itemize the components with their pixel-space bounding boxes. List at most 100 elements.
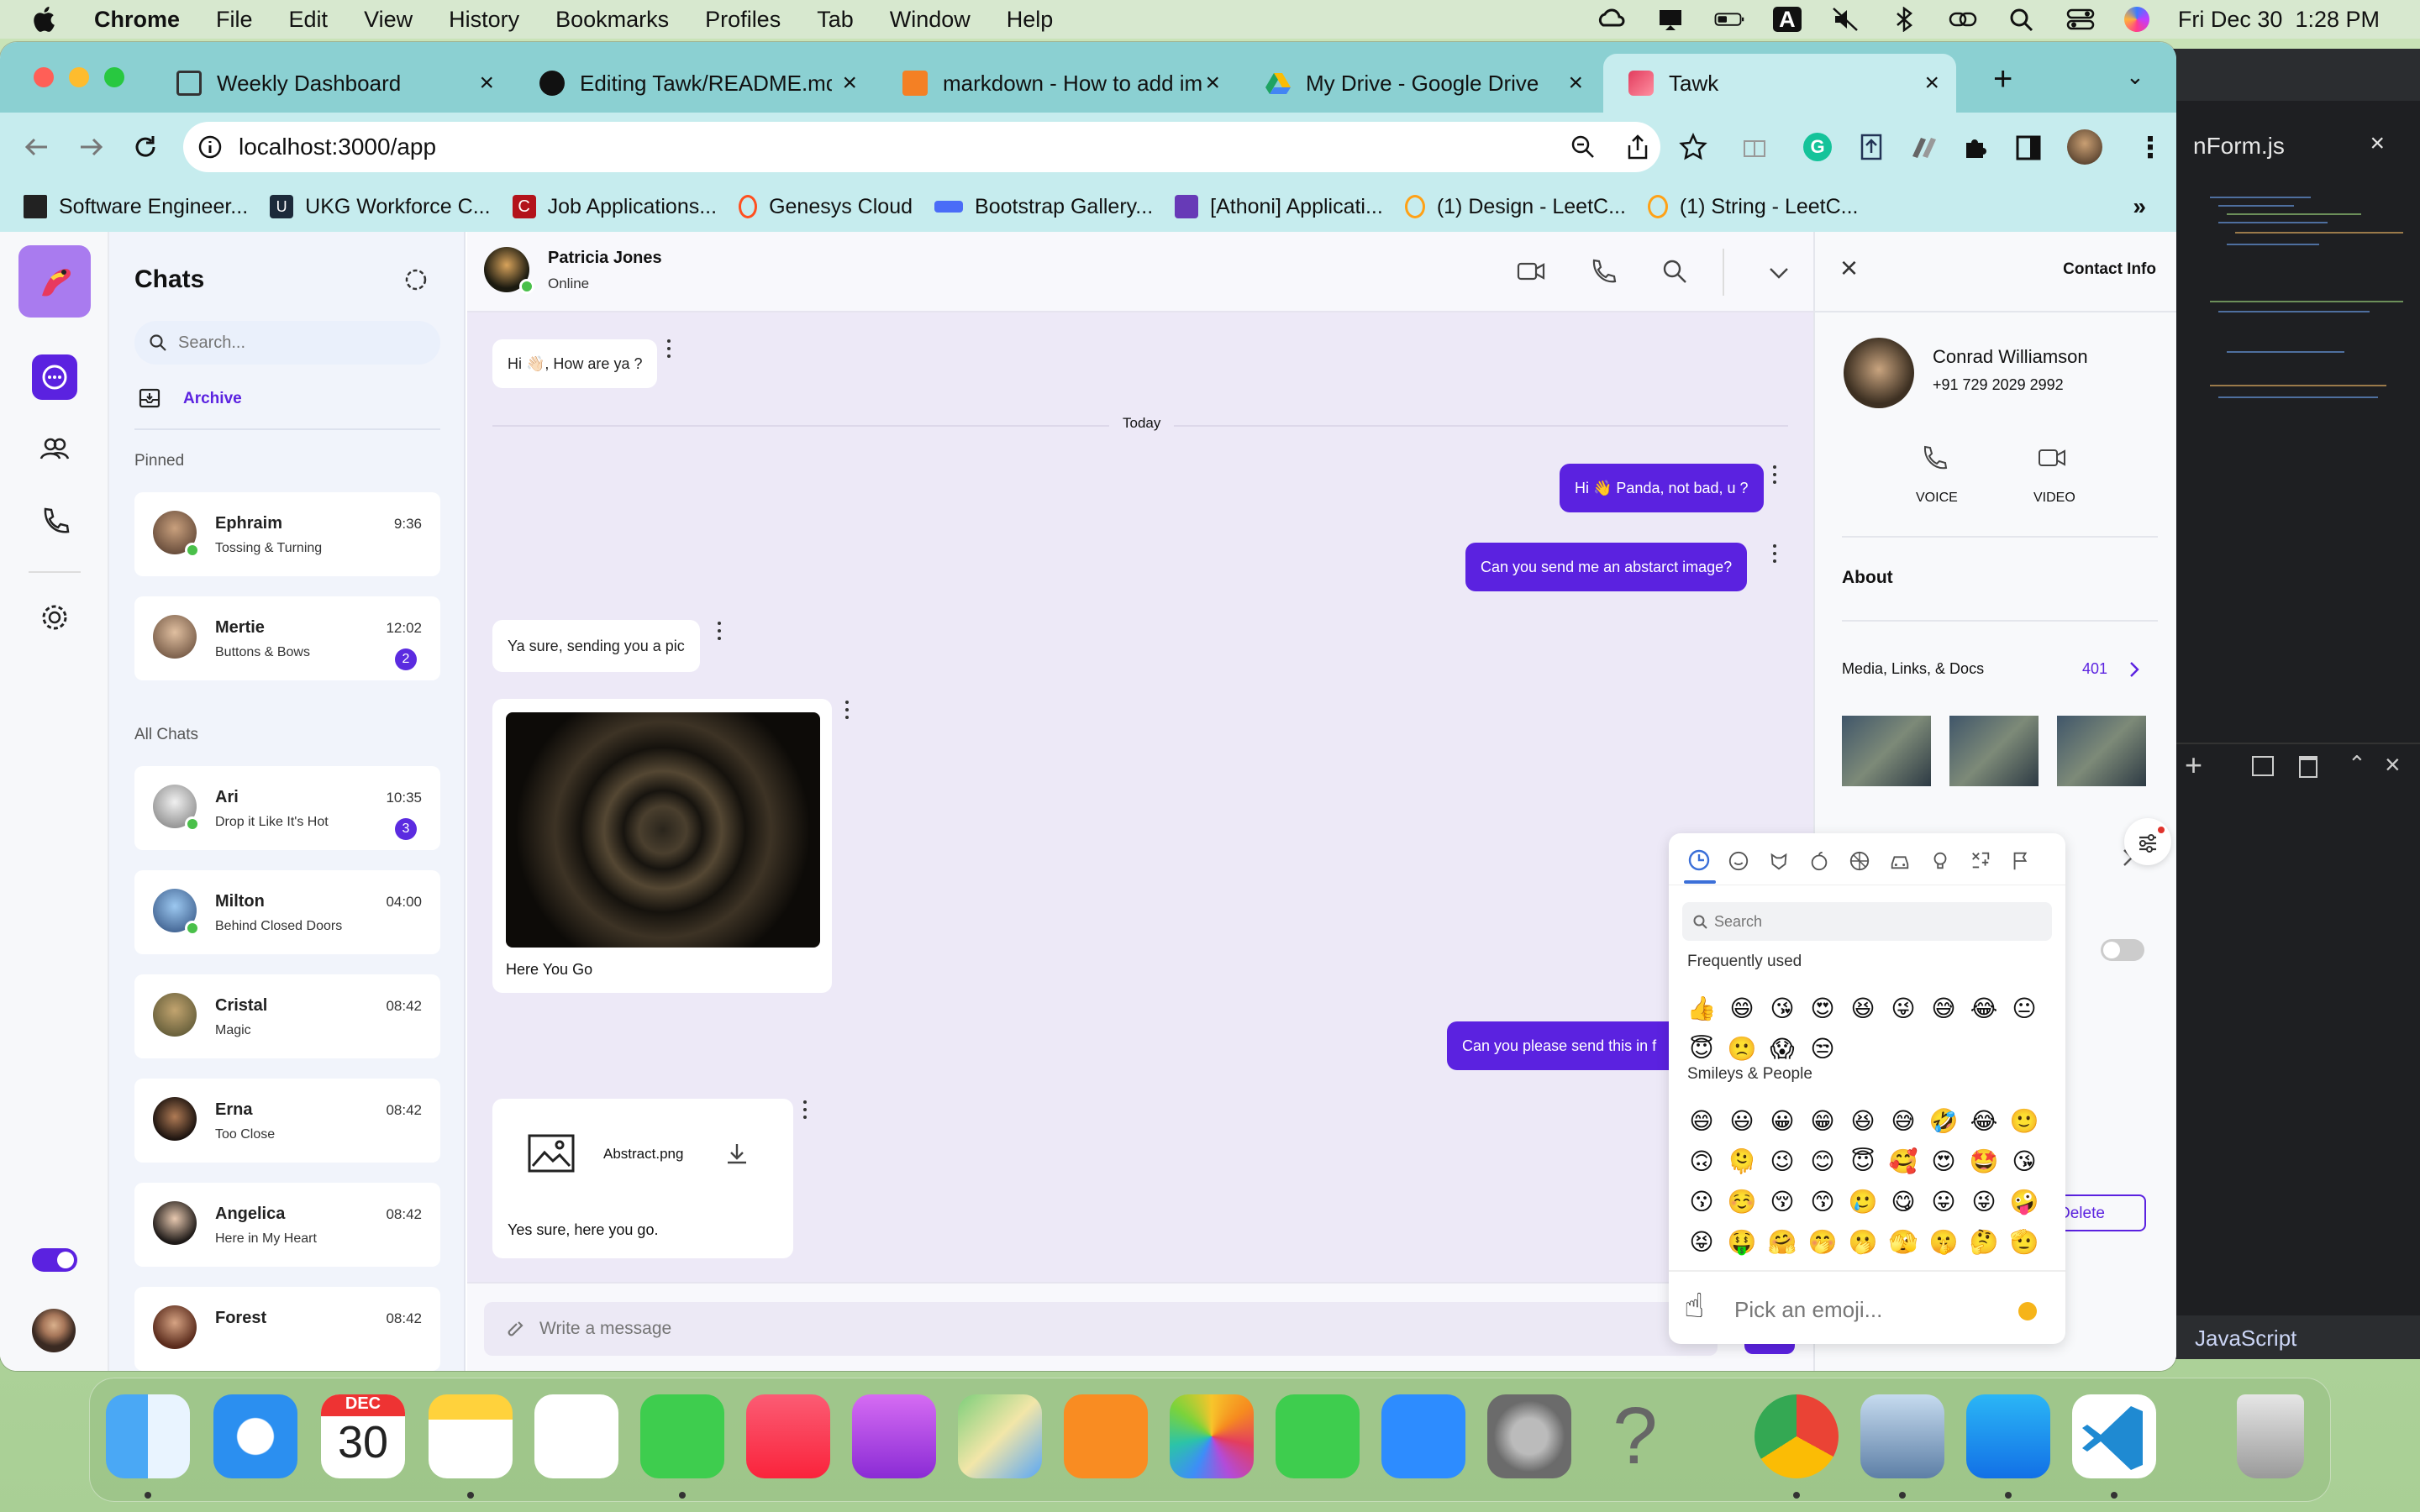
media-links-label[interactable]: Media, Links, & Docs [1842,660,1984,678]
input-source-indicator[interactable]: A [1772,7,1802,32]
emoji-button[interactable]: 😃 [1726,1107,1758,1135]
voice-call-icon[interactable] [1588,257,1617,286]
chat-list-item[interactable]: Erna Too Close 08:42 [134,1079,440,1163]
browser-tab-active[interactable]: Tawk × [1603,54,1956,113]
upload-extension-icon[interactable] [1857,133,1886,161]
video-call-label[interactable]: VIDEO [2033,491,2075,506]
menu-view[interactable]: View [364,7,413,33]
xcode-app-icon[interactable] [1966,1394,2050,1478]
menu-tab[interactable]: Tab [817,7,854,33]
system-preferences-app-icon[interactable] [1487,1394,1571,1478]
current-user-avatar[interactable] [32,1309,76,1352]
close-icon[interactable]: × [1840,250,1858,286]
books-app-icon[interactable] [1064,1394,1148,1478]
emoji-button[interactable]: 🙂 [2008,1107,2040,1135]
bookmark-item[interactable]: Bootstrap Gallery... [934,195,1153,219]
music-app-icon[interactable] [746,1394,830,1478]
finder-app-icon[interactable] [106,1394,190,1478]
menu-history[interactable]: History [449,7,519,33]
mute-icon[interactable] [1830,7,1860,32]
abstract-image[interactable] [506,712,820,948]
emoji-button[interactable]: 🥲 [1847,1188,1879,1215]
objects-lightbulb-icon[interactable] [1929,850,1951,872]
control-link-icon[interactable] [1948,7,1978,32]
tab-search-chevron-icon[interactable]: ⌄ [2126,64,2144,90]
message-bubble-incoming[interactable]: Hi 👋🏻, How are ya ? [492,339,658,388]
new-tab-button[interactable]: + [1993,60,2012,98]
messages-app-icon[interactable] [640,1394,724,1478]
chat-list-item[interactable]: Milton Behind Closed Doors 04:00 [134,870,440,954]
notes-app-icon[interactable] [429,1394,513,1478]
flags-category-icon[interactable] [2010,850,2032,872]
menu-edit[interactable]: Edit [289,7,329,33]
bookmark-item[interactable]: C Job Applications... [512,195,717,219]
smileys-category-icon[interactable] [1728,850,1749,872]
creative-cloud-icon[interactable] [1597,7,1627,32]
extensions-puzzle-icon[interactable] [1961,133,1990,161]
chat-list-item[interactable]: Ari Drop it Like It's Hot 10:35 3 [134,766,440,850]
chat-list-item[interactable]: Cristal Magic 08:42 [134,974,440,1058]
emoji-button[interactable]: 😂 [1968,995,2000,1022]
message-input-box[interactable] [484,1302,1718,1356]
emoji-button[interactable]: 😅 [1887,1107,1919,1135]
emoji-button[interactable]: 🙁 [1726,1035,1758,1063]
emoji-button[interactable]: 😜 [1968,1188,2000,1215]
emoji-button[interactable]: 😇 [1686,1035,1718,1063]
voice-call-icon[interactable] [1919,444,1948,472]
symbols-category-icon[interactable] [1970,850,1991,872]
share-icon[interactable] [1625,134,1650,160]
message-options-icon[interactable] [716,620,723,642]
maps-app-icon[interactable] [958,1394,1042,1478]
forward-arrow-icon[interactable] [77,133,106,161]
media-thumbnail[interactable] [2057,716,2146,786]
message-input[interactable] [539,1314,1632,1344]
menubar-clock[interactable]: Fri Dec 30 1:28 PM [2178,7,2380,33]
emoji-button[interactable]: 😛 [1928,1188,1960,1215]
emoji-button[interactable]: 🫠 [1726,1147,1758,1175]
close-icon[interactable]: × [2370,129,2385,158]
nav-chats-button[interactable] [32,354,77,400]
bookmark-item[interactable]: U UKG Workforce C... [270,195,491,219]
emoji-button[interactable]: 🫢 [1847,1228,1879,1256]
browser-tab[interactable]: markdown - How to add ima × [877,54,1237,113]
emoji-button[interactable]: 🥰 [1887,1147,1919,1175]
emoji-button[interactable]: 😆 [1847,995,1879,1022]
emoji-search-box[interactable] [1682,902,2052,941]
close-icon[interactable]: × [2385,749,2401,780]
emoji-button[interactable]: 🤔 [1968,1228,2000,1256]
emoji-button[interactable]: 😍 [1807,995,1839,1022]
emoji-button[interactable]: 😅 [1928,995,1960,1022]
emoji-button[interactable]: 😀 [1766,1107,1798,1135]
chat-list-item[interactable]: Forest 08:42 [134,1287,440,1371]
emoji-button[interactable]: 😊 [1807,1147,1839,1175]
profile-avatar[interactable] [2067,129,2102,165]
nav-settings-gear-icon[interactable] [39,601,71,633]
emoji-button[interactable]: 😆 [1847,1107,1879,1135]
zoom-icon[interactable] [1570,134,1597,160]
address-bar[interactable]: localhost:3000/app [183,122,1660,172]
skin-tone-selector[interactable] [2018,1302,2037,1320]
close-tab-icon[interactable]: × [1924,69,1939,97]
minimize-window-button[interactable] [69,67,89,87]
trash-app-icon[interactable] [2237,1394,2304,1478]
reminders-app-icon[interactable] [534,1394,618,1478]
browser-tab[interactable]: Editing Tawk/README.md at × [514,54,874,113]
menu-help[interactable]: Help [1007,7,1054,33]
close-tab-icon[interactable]: × [842,69,857,97]
message-bubble-incoming[interactable]: Ya sure, sending you a pic [492,620,700,672]
close-tab-icon[interactable]: × [1568,69,1583,97]
emoji-button[interactable]: 🤑 [1726,1228,1758,1256]
voice-call-label[interactable]: VOICE [1916,491,1958,506]
emoji-button[interactable]: 😘 [2008,1147,2040,1175]
bookmark-item[interactable]: (1) String - LeetC... [1647,195,1859,219]
image-message-bubble[interactable]: Here You Go [492,699,832,993]
close-window-button[interactable] [34,67,54,87]
calendar-app-icon[interactable]: DEC 30 [321,1394,405,1478]
side-panel-icon[interactable] [2015,134,2042,161]
vscode-app-icon[interactable] [2072,1394,2156,1478]
circle-dashed-icon[interactable] [403,267,429,292]
message-options-icon[interactable] [844,699,850,721]
bookmark-item[interactable]: (1) Design - LeetC... [1404,195,1626,219]
message-options-icon[interactable] [666,338,672,360]
back-arrow-icon[interactable] [22,133,50,161]
